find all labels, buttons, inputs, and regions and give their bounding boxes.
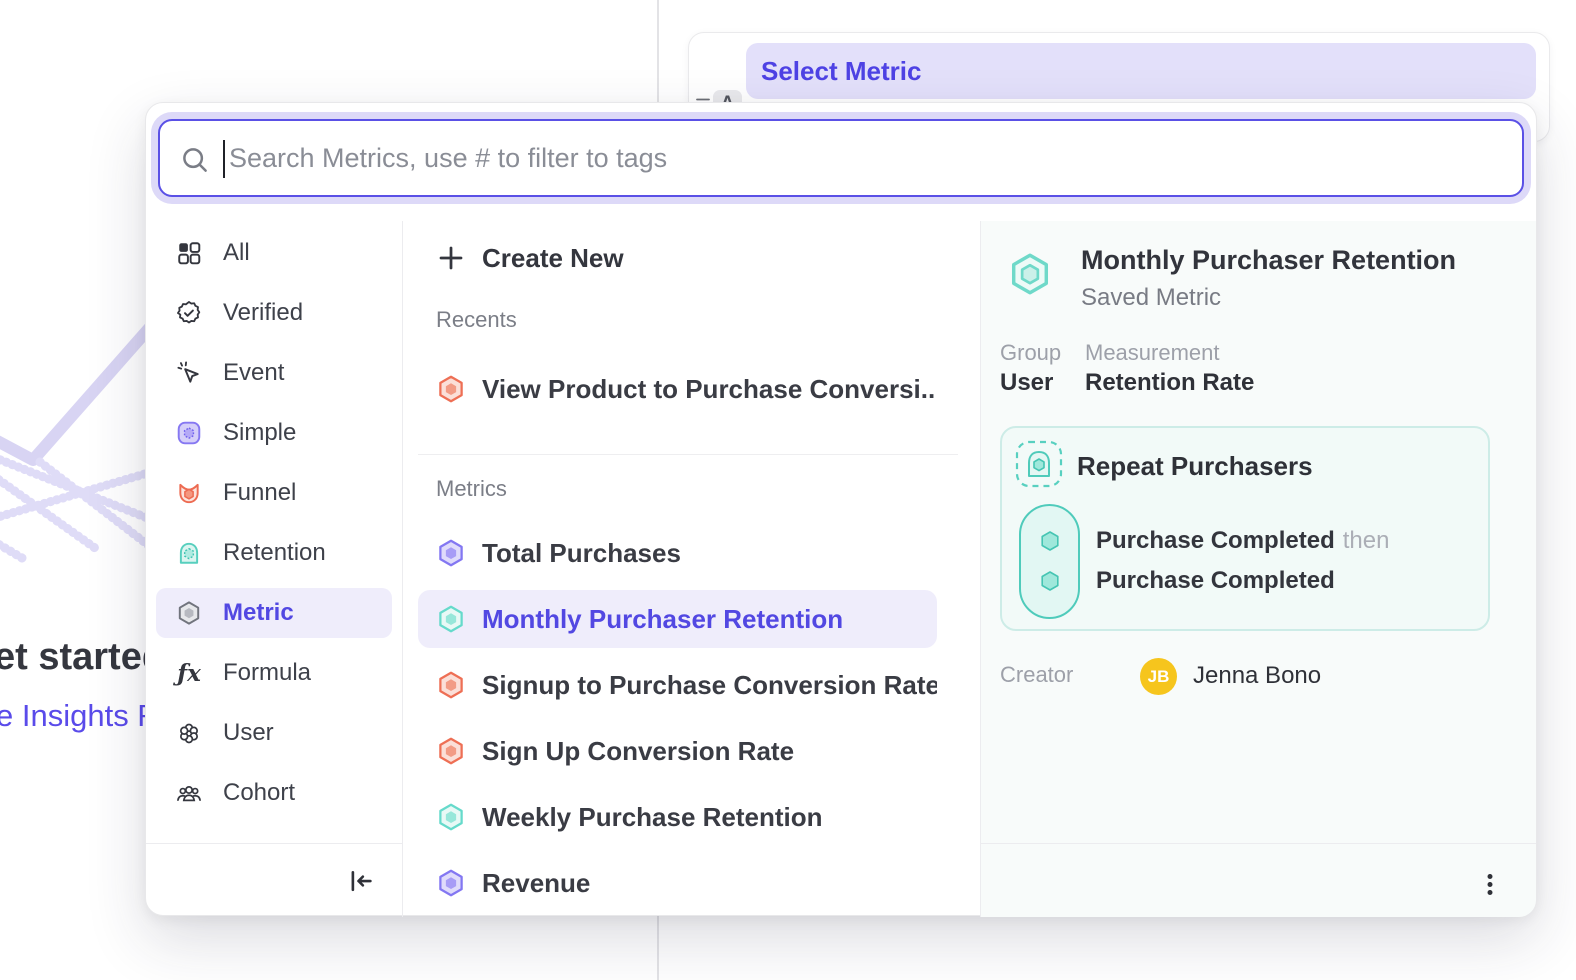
- sidebar-item-user[interactable]: User: [156, 708, 392, 758]
- sidebar-footer: [146, 843, 402, 917]
- funnel-metric-hexagon-icon: [436, 374, 466, 404]
- plus-icon: [436, 243, 466, 273]
- details-title: Monthly Purchaser Retention: [1081, 245, 1456, 276]
- metric-hexagon-icon: [436, 538, 466, 568]
- user-cluster-icon: [176, 720, 202, 746]
- sidebar-item-label: Cohort: [223, 779, 295, 807]
- creator-label: Creator: [1000, 662, 1073, 688]
- sidebar-item-label: Simple: [223, 419, 296, 447]
- metric-item-total-purchases[interactable]: Total Purchases: [418, 528, 937, 578]
- sidebar-item-retention[interactable]: Retention: [156, 528, 392, 578]
- metric-item-label: Weekly Purchase Retention: [482, 802, 823, 833]
- create-new-button[interactable]: Create New: [418, 233, 624, 283]
- details-footer: [981, 843, 1536, 917]
- group-field-value: User: [1000, 369, 1053, 397]
- list-divider: [418, 454, 958, 455]
- metric-hexagon-icon: [436, 802, 466, 832]
- event-hexagon-icon: [1038, 529, 1062, 553]
- metric-picker-modal: All Verified: [145, 102, 1537, 916]
- creator-avatar: JB: [1140, 658, 1177, 695]
- event-hexagon-icon: [1038, 569, 1062, 593]
- retention-arch-icon: [176, 540, 202, 566]
- picker-columns: All Verified: [146, 221, 1536, 917]
- metric-definition-card: Repeat Purchasers Purchase Completed the…: [1000, 426, 1490, 631]
- metric-list-column: Create New Recents View Product to Purch…: [403, 221, 981, 917]
- saved-metric-hexagon-icon: [1007, 251, 1053, 297]
- definition-title: Repeat Purchasers: [1077, 451, 1313, 482]
- metric-hexagon-icon: [176, 600, 202, 626]
- metric-item-label: Signup to Purchase Conversion Rate: [482, 670, 937, 701]
- measurement-field-label: Measurement: [1085, 340, 1220, 366]
- group-field-label: Group: [1000, 340, 1061, 366]
- sidebar-item-metric[interactable]: Metric: [156, 588, 392, 638]
- sidebar-item-label: Verified: [223, 299, 303, 327]
- grid-icon: [176, 240, 202, 266]
- step-event-name: Purchase Completed: [1096, 527, 1335, 555]
- funnel-icon: [176, 480, 202, 506]
- sidebar-item-formula[interactable]: ƒx Formula: [156, 648, 392, 698]
- metric-item-label: View Product to Purchase Conversi...: [482, 374, 937, 405]
- type-filter-sidebar: All Verified: [146, 221, 403, 917]
- definition-step-1: Purchase Completed then: [1096, 526, 1389, 556]
- cohort-people-icon: [176, 780, 202, 806]
- metric-details-panel: Monthly Purchaser Retention Saved Metric…: [981, 221, 1536, 917]
- metrics-section-label: Metrics: [436, 474, 507, 504]
- sidebar-item-label: User: [223, 719, 274, 747]
- metric-item-label: Revenue: [482, 868, 590, 899]
- sidebar-item-label: Event: [223, 359, 284, 387]
- text-caret: [223, 140, 225, 178]
- collapse-left-icon[interactable]: [346, 866, 376, 896]
- metric-item-signup-to-purchase-conversion-rate[interactable]: Signup to Purchase Conversion Rate: [418, 660, 937, 710]
- step-event-name: Purchase Completed: [1096, 567, 1335, 595]
- recents-section-label: Recents: [436, 305, 517, 335]
- sidebar-item-verified[interactable]: Verified: [156, 288, 392, 338]
- measurement-field-value: Retention Rate: [1085, 369, 1254, 397]
- metric-hexagon-icon: [436, 670, 466, 700]
- metric-item-weekly-purchase-retention[interactable]: Weekly Purchase Retention: [418, 792, 937, 842]
- search-input[interactable]: [160, 121, 1522, 195]
- formula-fx-icon: ƒx: [176, 660, 202, 686]
- metric-item-sign-up-conversion-rate[interactable]: Sign Up Conversion Rate: [418, 726, 937, 776]
- select-metric-chip[interactable]: Select Metric: [746, 43, 1536, 99]
- metric-item-label: Total Purchases: [482, 538, 681, 569]
- app-background: et started. e Insights Re A Select Metri…: [0, 0, 1576, 980]
- sidebar-item-funnel[interactable]: Funnel: [156, 468, 392, 518]
- simple-metric-icon: [176, 420, 202, 446]
- metric-hexagon-icon: [436, 604, 466, 634]
- sidebar-item-label: Metric: [223, 599, 294, 627]
- sidebar-item-event[interactable]: Event: [156, 348, 392, 398]
- metric-hexagon-icon: [436, 736, 466, 766]
- metric-item-monthly-purchaser-retention[interactable]: Monthly Purchaser Retention: [418, 590, 937, 648]
- step-connector: then: [1343, 527, 1390, 555]
- metric-search-box: [158, 119, 1524, 197]
- event-cursor-icon: [176, 360, 202, 386]
- metric-item-revenue[interactable]: Revenue: [418, 858, 937, 908]
- metric-item-label: Monthly Purchaser Retention: [482, 604, 843, 635]
- sidebar-item-label: Funnel: [223, 479, 296, 507]
- select-metric-label: Select Metric: [761, 56, 921, 87]
- metric-hexagon-icon: [436, 868, 466, 898]
- verified-badge-icon: [176, 300, 202, 326]
- sidebar-item-all[interactable]: All: [156, 228, 392, 278]
- sidebar-item-label: Retention: [223, 539, 326, 567]
- decorative-chart-lines: [0, 320, 165, 680]
- sidebar-item-label: All: [223, 239, 250, 267]
- creator-name: Jenna Bono: [1193, 662, 1321, 690]
- details-type: Saved Metric: [1081, 284, 1221, 312]
- repeat-purchasers-retention-icon: [1015, 440, 1063, 488]
- kebab-menu-icon[interactable]: [1478, 872, 1502, 898]
- recent-metric-item[interactable]: View Product to Purchase Conversi...: [418, 364, 937, 414]
- sidebar-item-cohort[interactable]: Cohort: [156, 768, 392, 818]
- definition-step-2: Purchase Completed: [1096, 566, 1335, 596]
- sidebar-item-simple[interactable]: Simple: [156, 408, 392, 458]
- create-new-label: Create New: [482, 243, 624, 274]
- event-sequence-capsule: [1019, 504, 1080, 619]
- sidebar-item-label: Formula: [223, 659, 311, 687]
- metric-item-label: Sign Up Conversion Rate: [482, 736, 794, 767]
